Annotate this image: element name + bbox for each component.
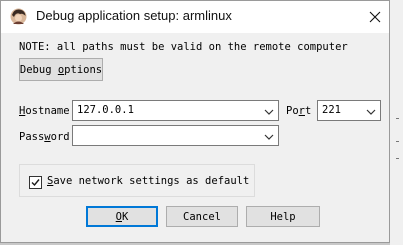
ok-button[interactable]: OK bbox=[86, 206, 158, 227]
window-title: Debug application setup: armlinux bbox=[36, 8, 232, 23]
dialog-body: NOTE: all paths must be valid on the rem… bbox=[1, 33, 389, 242]
debug-setup-dialog: Debug application setup: armlinux NOTE: … bbox=[0, 0, 390, 243]
ok-label: OK bbox=[115, 210, 129, 223]
close-button[interactable] bbox=[360, 1, 390, 33]
debug-options-button[interactable]: Debug options bbox=[19, 58, 103, 81]
hostname-label: Hostname bbox=[19, 105, 70, 117]
port-value: 221 bbox=[322, 104, 341, 116]
port-label: Port bbox=[286, 105, 312, 117]
chevron-down-icon[interactable] bbox=[264, 107, 274, 115]
hostname-combobox[interactable]: 127.0.0.1 bbox=[72, 100, 279, 121]
chevron-down-icon[interactable] bbox=[264, 132, 274, 140]
background-window-edge bbox=[390, 0, 403, 245]
cancel-label: Cancel bbox=[183, 210, 221, 223]
remote-paths-note: NOTE: all paths must be valid on the rem… bbox=[19, 41, 348, 53]
hostname-value: 127.0.0.1 bbox=[77, 104, 134, 116]
chevron-down-icon[interactable] bbox=[366, 107, 376, 115]
help-button[interactable]: Help bbox=[246, 206, 320, 227]
save-settings-group: Save network settings as default bbox=[19, 164, 255, 197]
password-combobox[interactable] bbox=[72, 125, 279, 146]
user-avatar-icon bbox=[10, 8, 27, 25]
port-combobox[interactable]: 221 bbox=[317, 100, 381, 121]
save-settings-checkbox[interactable] bbox=[29, 176, 42, 189]
save-settings-label[interactable]: Save network settings as default bbox=[47, 175, 249, 187]
debug-options-label: Debug options bbox=[19, 63, 103, 76]
password-label: Password bbox=[19, 131, 70, 143]
title-bar: Debug application setup: armlinux bbox=[1, 1, 389, 33]
cancel-button[interactable]: Cancel bbox=[166, 206, 238, 227]
help-label: Help bbox=[270, 210, 296, 223]
